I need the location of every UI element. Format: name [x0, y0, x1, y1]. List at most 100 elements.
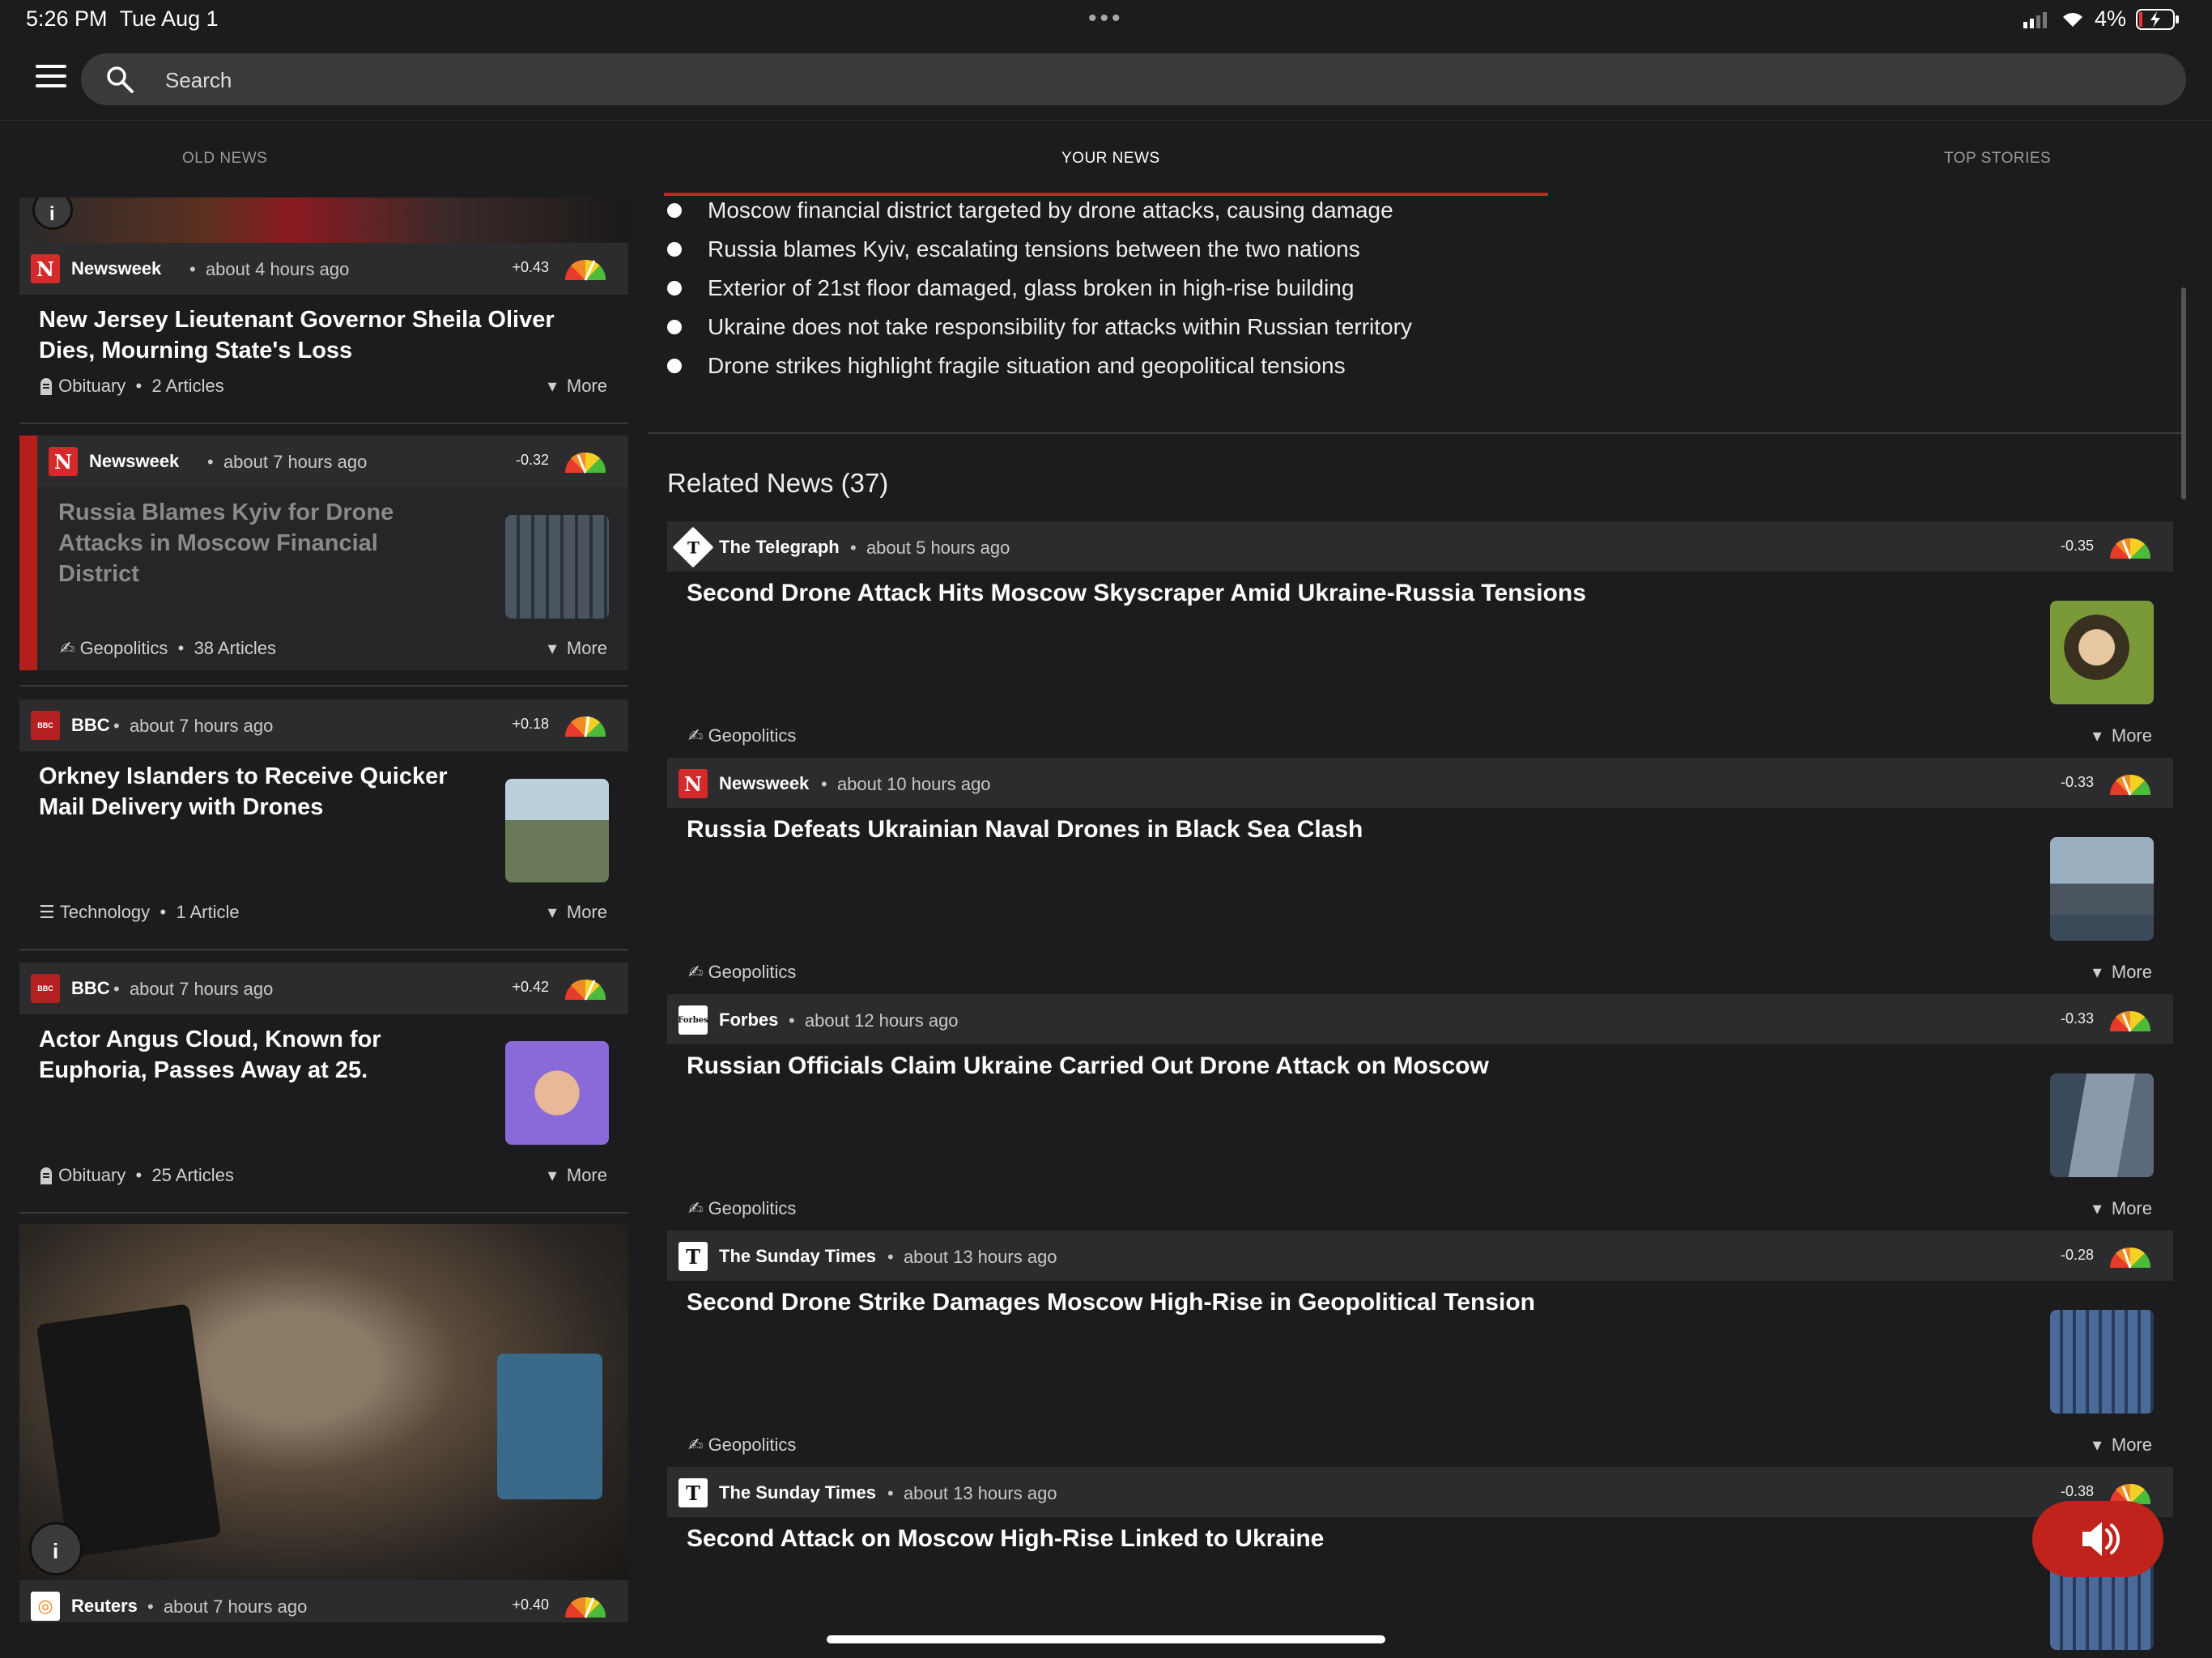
related-article-card[interactable]: T The Sunday Times • about 13 hours ago …: [667, 1231, 2173, 1467]
your-news-detail[interactable]: Moscow financial district targeted by dr…: [648, 198, 2186, 1655]
article-title[interactable]: Russia Defeats Ukrainian Naval Drones in…: [687, 816, 1363, 844]
article-thumbnail[interactable]: [505, 1041, 609, 1145]
article-category[interactable]: ✍ Geopolitics: [688, 1435, 796, 1456]
article-category[interactable]: ✍ Geopolitics: [688, 1198, 796, 1219]
bbc-logo-icon: BBC: [31, 974, 60, 1003]
tab-top-stories[interactable]: TOP STORIES: [1944, 150, 2051, 168]
article-meta: Forbes Forbes • about 12 hours ago -0.33: [667, 994, 2173, 1044]
more-button[interactable]: ▾ More: [2093, 1198, 2152, 1219]
sentiment-gauge-icon: [565, 1596, 606, 1618]
source-name[interactable]: Newsweek: [89, 451, 179, 472]
search-input[interactable]: Search: [81, 53, 2186, 105]
info-icon[interactable]: i: [29, 1522, 83, 1575]
hamburger-menu-icon[interactable]: [36, 65, 66, 89]
sentiment-score: -0.33: [2060, 774, 2094, 790]
divider: [19, 685, 628, 687]
sentiment-gauge-icon: [2110, 1010, 2151, 1032]
sentiment-gauge-icon: [565, 259, 606, 281]
more-button[interactable]: ▾ More: [2093, 962, 2152, 983]
article-hero-image[interactable]: i: [19, 1224, 628, 1580]
sentiment-score: -0.28: [2060, 1247, 2094, 1263]
article-meta: T The Sunday Times • about 13 hours ago …: [667, 1467, 2173, 1517]
selected-indicator: [19, 436, 37, 670]
source-name[interactable]: Newsweek: [719, 773, 809, 794]
article-title[interactable]: Actor Angus Cloud, Known for Euphoria, Pa…: [39, 1024, 381, 1086]
more-button[interactable]: ▾ More: [548, 902, 607, 923]
speaker-button[interactable]: [2032, 1501, 2163, 1577]
divider: [19, 423, 628, 424]
article-meta: N Newsweek • about 4 hours ago +0.43: [19, 243, 628, 295]
sentiment-score: +0.43: [512, 259, 549, 275]
article-thumbnail[interactable]: [2050, 1073, 2154, 1177]
article-thumbnail[interactable]: [505, 515, 609, 619]
timestamp: • about 13 hours ago: [887, 1247, 1057, 1267]
wifi-icon: [2062, 12, 2082, 27]
source-name[interactable]: Forbes: [719, 1010, 778, 1031]
article-title[interactable]: Russia Blames Kyiv for Drone Attacks in M…: [58, 497, 393, 589]
battery-icon: [2136, 8, 2179, 30]
tab-old-news[interactable]: OLD NEWS: [182, 150, 267, 168]
article-category[interactable]: ✍ Geopolitics: [688, 725, 796, 746]
article-category[interactable]: ☰ Technology • 1 Article: [39, 902, 240, 923]
article-thumbnail[interactable]: [2050, 601, 2154, 704]
article-title[interactable]: Second Drone Strike Damages Moscow High-…: [687, 1289, 1535, 1316]
related-article-card[interactable]: Forbes Forbes • about 12 hours ago -0.33…: [667, 994, 2173, 1231]
search-placeholder: Search: [165, 68, 232, 92]
timestamp: • about 13 hours ago: [887, 1483, 1057, 1503]
article-title[interactable]: New Jersey Lieutenant Governor Sheila Ol…: [39, 304, 555, 366]
telegraph-logo-icon: T: [672, 526, 714, 568]
multitask-dots-icon[interactable]: •••: [1088, 5, 1124, 32]
sentiment-score: -0.32: [515, 452, 549, 468]
newsweek-logo-icon: N: [49, 447, 78, 476]
sentiment-gauge-icon: [2110, 774, 2151, 796]
status-bar: 5:26 PM Tue Aug 1 ••• 4%: [0, 0, 2212, 40]
article-title[interactable]: Orkney Islanders to Receive Quicker Mail …: [39, 761, 448, 823]
article-thumbnail[interactable]: [505, 779, 609, 882]
article-category[interactable]: ✍ Geopolitics: [688, 962, 796, 983]
article-meta: BBC BBC • about 7 hours ago +0.18: [19, 699, 628, 751]
more-button[interactable]: ▾ More: [2093, 725, 2152, 746]
article-title[interactable]: Russian Officials Claim Ukraine Carried …: [687, 1052, 1489, 1080]
more-button[interactable]: ▾ More: [2093, 1435, 2152, 1456]
speaker-icon: [2082, 1522, 2121, 1556]
article-thumbnail[interactable]: [2050, 837, 2154, 941]
article-thumbnail[interactable]: [2050, 1310, 2154, 1414]
article-meta: ◎ Reuters • about 7 hours ago +0.40: [19, 1580, 628, 1622]
tab-bar: OLD NEWS YOUR NEWS TOP STORIES: [0, 120, 2212, 194]
more-button[interactable]: ▾ More: [548, 638, 607, 659]
image-shape: [497, 1354, 602, 1499]
old-news-feed[interactable]: i N Newsweek • about 4 hours ago +0.43 N…: [19, 198, 628, 1622]
related-article-card[interactable]: T The Sunday Times • about 13 hours ago …: [667, 1467, 2173, 1655]
summary-bullet: Drone strikes highlight fragile situatio…: [667, 353, 1346, 379]
related-article-card[interactable]: T The Telegraph • about 5 hours ago -0.3…: [667, 521, 2173, 758]
info-icon[interactable]: i: [32, 198, 73, 230]
article-hero-image[interactable]: i: [19, 198, 628, 243]
sentiment-score: -0.33: [2060, 1010, 2094, 1027]
timestamp: • about 12 hours ago: [789, 1010, 959, 1031]
source-name[interactable]: The Sunday Times: [719, 1482, 876, 1503]
source-name[interactable]: The Sunday Times: [719, 1246, 876, 1267]
sentiment-score: -0.35: [2060, 538, 2094, 554]
article-title[interactable]: Second Attack on Moscow High-Rise Linked…: [687, 1525, 1324, 1553]
sentiment-gauge-icon: [2110, 1247, 2151, 1269]
source-name[interactable]: BBC: [71, 715, 110, 736]
article-category[interactable]: ✍ Geopolitics • 38 Articles: [60, 638, 276, 659]
related-article-card[interactable]: N Newsweek • about 10 hours ago -0.33 Ru…: [667, 758, 2173, 994]
scrollbar[interactable]: [2181, 287, 2186, 500]
tab-your-news[interactable]: YOUR NEWS: [1061, 150, 1160, 168]
more-button[interactable]: ▾ More: [548, 376, 607, 397]
source-name[interactable]: BBC: [71, 978, 110, 999]
timestamp: • about 7 hours ago: [147, 1596, 308, 1617]
sentiment-gauge-icon: [2110, 538, 2151, 559]
sentiment-score: -0.38: [2060, 1483, 2094, 1499]
source-name[interactable]: Newsweek: [71, 258, 161, 279]
more-button[interactable]: ▾ More: [548, 1165, 607, 1186]
article-category[interactable]: Obituary • 25 Articles: [39, 1165, 234, 1186]
status-time: 5:26 PM Tue Aug 1: [26, 6, 219, 31]
home-indicator[interactable]: [827, 1635, 1385, 1643]
source-name[interactable]: Reuters: [71, 1596, 138, 1617]
article-title[interactable]: Second Drone Attack Hits Moscow Skyscrap…: [687, 580, 1586, 607]
article-category[interactable]: Obituary • 2 Articles: [39, 376, 224, 397]
divider: [648, 432, 2186, 434]
source-name[interactable]: The Telegraph: [719, 537, 840, 558]
